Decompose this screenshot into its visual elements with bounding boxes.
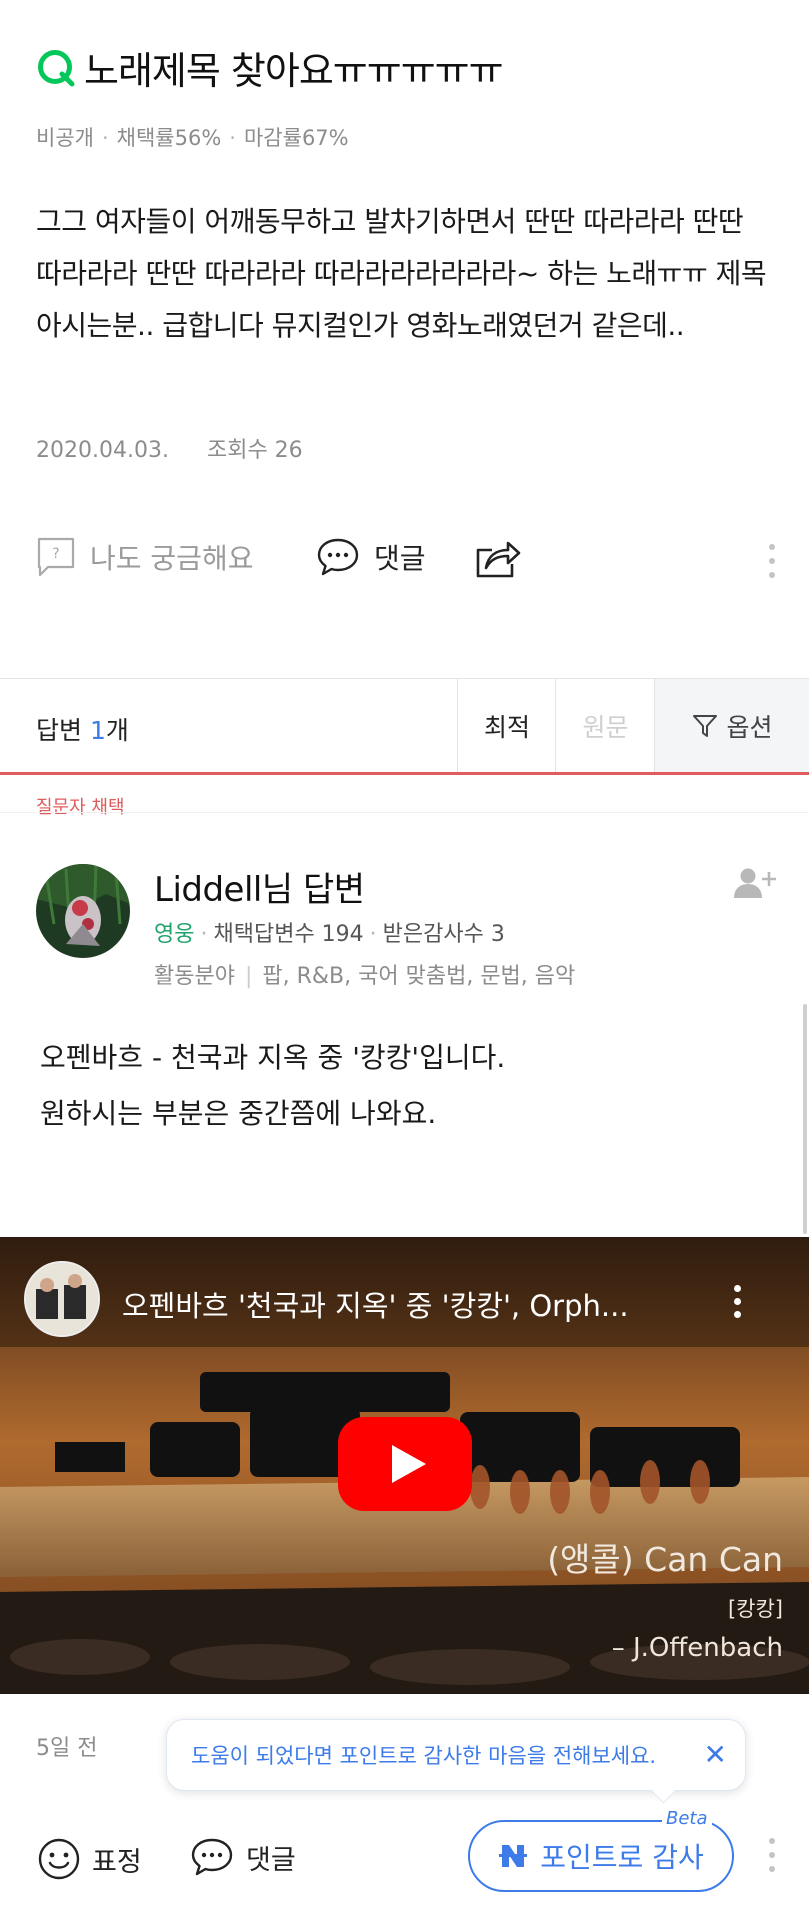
answer-comment-label: 댓글: [246, 1844, 296, 1876]
question-more-icon[interactable]: [769, 544, 775, 578]
answer-text: 오펜바흐 - 천국과 지옥 중 '캉캉'입니다. 원하시는 부분은 중간쯤에 나…: [40, 1030, 505, 1142]
answer-comment-button[interactable]: 댓글: [190, 1836, 296, 1878]
meta-close-rate: 마감률67%: [243, 126, 349, 150]
question-body: 그그 여자들이 어깨동무하고 발차기하면서 딴딴 따라라라 딴딴 따라라라 딴딴…: [36, 205, 767, 342]
question-comment-button[interactable]: 댓글: [316, 536, 426, 578]
answer-count: 답변 1개: [36, 716, 129, 745]
answer-line: 오펜바흐 - 천국과 지옥 중 '캉캉'입니다.: [40, 1041, 506, 1074]
scrollbar[interactable]: [803, 1004, 807, 1234]
options-label: 옵션: [726, 712, 773, 742]
beta-badge: Beta: [662, 1808, 712, 1829]
speech-bubble-icon: [191, 1838, 233, 1876]
add-user-icon[interactable]: [732, 866, 778, 900]
question-title: 노래제목 찾아요ㅠㅠㅠㅠㅠ: [84, 49, 504, 93]
tooltip-text: 도움이 되었다면 포인트로 감사한 마음을 전해보세요.: [191, 1744, 657, 1768]
video-title[interactable]: 오펜바흐 '천국과 지옥' 중 '캉캉', Orph...: [122, 1283, 682, 1325]
author-fields: 활동분야 | 팝, R&B, 국어 맞춤법, 문법, 음악: [154, 964, 576, 989]
author-stats: 영웅 · 채택답변수 194 · 받은감사수 3: [154, 922, 505, 947]
author-adopted-count: 채택답변수 194: [213, 922, 364, 947]
question-date-row: 2020.04.03. 조회수 26: [36, 432, 303, 464]
chosen-badge: 질문자 채택: [36, 797, 125, 818]
sort-original-tab[interactable]: 원문: [555, 679, 655, 772]
close-icon[interactable]: ✕: [704, 1741, 727, 1769]
question-action-row: ? 나도 궁금해요 댓글: [0, 536, 809, 588]
video-caption-composer: – J.Offenbach: [611, 1633, 783, 1663]
filter-icon: [693, 714, 718, 737]
divider: [0, 812, 809, 813]
question-date: 2020.04.03.: [36, 438, 169, 463]
curious-label: 나도 궁금해요: [90, 542, 254, 575]
question-q-icon: [38, 50, 75, 87]
author-avatar[interactable]: [36, 864, 130, 958]
video-caption-subtitle: [캉캉]: [727, 1597, 783, 1621]
answer-posted-ago: 5일 전: [36, 1736, 98, 1761]
field-label: 활동분야: [154, 964, 235, 989]
sort-best-tab[interactable]: 최적: [457, 679, 556, 772]
channel-avatar[interactable]: [24, 1261, 100, 1337]
share-button[interactable]: [474, 536, 522, 580]
emotion-button[interactable]: 표정: [36, 1836, 142, 1882]
video-more-icon[interactable]: [734, 1285, 741, 1318]
answer-more-icon[interactable]: [769, 1838, 775, 1872]
point-button-label: 포인트로 감사: [540, 1841, 704, 1874]
options-button[interactable]: 옵션: [654, 679, 809, 772]
question-comment-label: 댓글: [374, 542, 426, 575]
thanks-point-button[interactable]: 포인트로 감사: [468, 1820, 734, 1892]
question-box-icon: ?: [37, 537, 75, 577]
emotion-label: 표정: [92, 1846, 142, 1878]
question-meta: 비공개 · 채택률56% · 마감률67%: [36, 126, 349, 150]
thanks-tooltip: 도움이 되었다면 포인트로 감사한 마음을 전해보세요. ✕: [166, 1719, 746, 1791]
share-icon: [476, 541, 521, 578]
video-caption-title: (앵콜) Can Can: [547, 1540, 783, 1579]
curious-button[interactable]: ? 나도 궁금해요: [36, 536, 253, 578]
play-icon[interactable]: [338, 1417, 472, 1511]
question-views: 조회수 26: [206, 438, 303, 463]
svg-text:?: ?: [52, 546, 59, 562]
author-grade: 영웅: [154, 922, 195, 947]
answers-bar: 답변 1개 최적 원문 옵션: [0, 679, 809, 775]
smile-icon: [38, 1838, 80, 1880]
meta-adoption-rate: 채택률56%: [116, 126, 222, 150]
youtube-embed[interactable]: 오펜바흐 '천국과 지옥' 중 '캉캉', Orph... (앵콜) Can C…: [0, 1237, 809, 1694]
answer-line: 원하시는 부분은 중간쯤에 나와요.: [40, 1097, 437, 1130]
speech-bubble-icon: [317, 538, 359, 576]
meta-privacy: 비공개: [36, 126, 94, 150]
field-list: 팝, R&B, 국어 맞춤법, 문법, 음악: [262, 964, 576, 989]
author-name[interactable]: Liddell님 답변: [154, 862, 365, 911]
author-thanks-count: 받은감사수 3: [382, 922, 505, 947]
naver-n-icon: [499, 1845, 528, 1867]
